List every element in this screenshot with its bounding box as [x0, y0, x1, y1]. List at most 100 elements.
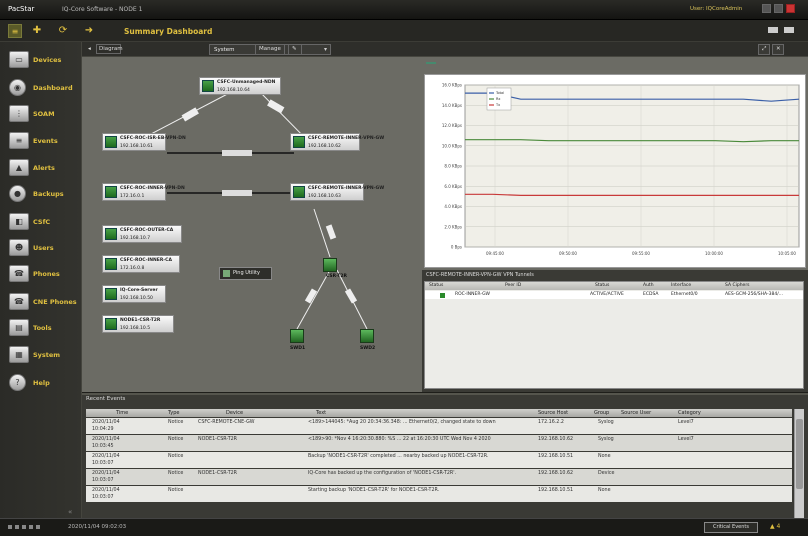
minimize-button[interactable]	[762, 4, 771, 13]
fullscreen-icon[interactable]: ⤢	[758, 44, 770, 55]
x-tick-label: 09:55:00	[632, 251, 650, 256]
sidebar-item-label: Tools	[33, 324, 52, 332]
device-node[interactable]: CSFC-ROC-INNER-CA 172.16.0.8	[102, 255, 180, 273]
switch-icon[interactable]	[290, 329, 304, 343]
column-header[interactable]: Status	[595, 283, 609, 288]
table-row[interactable]: 2020/11/04 Notice Starting backup 'NODE1-C…	[86, 486, 792, 502]
sidebar-item-dashboard[interactable]: ◉ Dashboard	[0, 76, 82, 100]
device-node[interactable]: IQ-Core-Server 192.168.10.50	[102, 285, 166, 303]
device-node[interactable]: CSFC-ROC-OUTER-CA 192.168.10.7	[102, 225, 182, 243]
router-icon	[105, 186, 117, 198]
column-header[interactable]: Source Host	[538, 410, 568, 416]
sidebar-item-events[interactable]: ≡ Events	[0, 129, 82, 153]
cne-phones-icon: ☎	[9, 293, 29, 310]
column-header[interactable]: Status	[429, 283, 443, 288]
device-node[interactable]: CSFC-Unmanaged-NDN 192.168.10.64	[199, 77, 281, 95]
sidebar-item-csfc[interactable]: ◧ CSfC	[0, 210, 82, 234]
column-header[interactable]: Auth	[643, 283, 654, 288]
column-header[interactable]: Source User	[621, 410, 651, 416]
collapse-sidebar-icon[interactable]: «	[68, 508, 72, 516]
sidebar-item-label: Backups	[33, 190, 64, 198]
table-row[interactable]: 2020/11/04 Notice Backup 'NODE1-CSR-T2R' c…	[86, 452, 792, 468]
sidebar-item-phones[interactable]: ☎ Phones	[0, 262, 82, 286]
sidebar-item-label: CNE Phones	[33, 298, 77, 306]
column-header[interactable]: Text	[316, 410, 326, 416]
device-ip: 192.168.10.61	[120, 144, 153, 149]
device-node[interactable]: CSFC-ROC-INNER-VPN-DN 172.16.0.1	[102, 183, 185, 201]
sidebar-item-users[interactable]: ☻ Users	[0, 236, 82, 260]
event-host: 192.168.10.62	[538, 437, 574, 442]
sidebar-item-soam[interactable]: ⋮ SOAM	[0, 102, 82, 126]
device-ip: 192.168.10.5	[120, 326, 151, 331]
menu-icon[interactable]: ≡	[8, 24, 22, 38]
device-node[interactable]: NODE1-CSR-T2R 192.168.10.5	[102, 315, 174, 333]
sidebar-item-devices[interactable]: ▭ Devices	[0, 48, 82, 72]
switch-icon[interactable]	[360, 329, 374, 343]
manage-button[interactable]: Manage	[255, 44, 285, 55]
event-group: Device	[598, 471, 615, 476]
event-type: Notice	[168, 437, 184, 442]
close-pane-icon[interactable]: ✕	[772, 44, 784, 55]
maximize-button[interactable]	[774, 4, 783, 13]
column-header[interactable]: Peer ID	[505, 283, 521, 288]
device-node[interactable]: CSFC-REMOTE-INNER-VPN-GW 192.168.10.63	[290, 183, 384, 201]
help-icon: ?	[9, 374, 26, 391]
event-time: 2020/11/04	[92, 488, 120, 493]
event-time: 2020/11/04	[92, 437, 120, 442]
tunnel-title: CSFC-REMOTE-INNER-VPN-GW VPN Tunnels	[426, 272, 534, 278]
status-ok-icon	[440, 293, 445, 298]
ping-utility-button[interactable]: Ping Utility	[219, 267, 272, 280]
column-header[interactable]: Category	[678, 410, 701, 416]
edit-icon[interactable]: ✎	[288, 44, 302, 55]
scrollbar-thumb[interactable]	[796, 419, 803, 489]
tunnel-auth: ECDSA	[643, 292, 659, 297]
y-tick-label: 8.0 KBps	[444, 164, 462, 169]
event-time-secondary: 10:03:07	[92, 478, 114, 483]
table-row[interactable]: 2020/11/04 Notice NODE1-CSR-T2R IQ-Core has…	[86, 469, 792, 485]
events-scrollbar[interactable]	[794, 409, 804, 519]
system-icon: ▦	[9, 346, 29, 363]
event-type: Notice	[168, 488, 184, 493]
switch-icon[interactable]	[323, 258, 337, 272]
column-header[interactable]: Interface	[671, 283, 691, 288]
event-time: 2020/11/04	[92, 471, 120, 476]
back-icon[interactable]: ✚	[30, 24, 44, 38]
table-row[interactable]: ROC-INNER-GW ACTIVE/ACTIVE ECDSA Etherne…	[425, 291, 803, 299]
tools-icon: ▤	[9, 319, 29, 336]
critical-count[interactable]: ▲ 4	[770, 523, 780, 530]
events-header: Time Type Device Text Source Host Group …	[86, 409, 792, 417]
sidebar-item-backups[interactable]: ● Backups	[0, 182, 82, 206]
event-text: <189>90: *Nov 4 16:20:30.880: %S ... 22 …	[308, 437, 491, 442]
legend-entry: Rx	[496, 97, 501, 101]
y-tick-label: 4.0 KBps	[444, 204, 462, 209]
sidebar-item-tools[interactable]: ▤ Tools	[0, 316, 82, 340]
refresh-icon[interactable]: ⟳	[56, 24, 70, 38]
device-name: NODE1-CSR-T2R	[120, 318, 161, 323]
sidebar-item-alerts[interactable]: ▲ Alerts	[0, 156, 82, 180]
restore-pane-icon[interactable]	[784, 27, 794, 33]
close-button[interactable]	[786, 4, 795, 13]
forward-icon[interactable]: ➜	[82, 24, 96, 38]
table-row[interactable]: 2020/11/04 Notice CSFC-REMOTE-CNE-GW <189>1…	[86, 418, 792, 434]
device-node[interactable]: CSFC-REMOTE-INNER-VPN-GW 192.168.10.62	[290, 133, 384, 151]
status-indicator	[36, 525, 40, 529]
column-header[interactable]: Group	[594, 410, 609, 416]
column-header[interactable]: Device	[226, 410, 243, 416]
y-tick-label: 2.0 KBps	[444, 224, 462, 229]
event-time-secondary: 10:04:29	[92, 427, 114, 432]
diagram-back-icon[interactable]: ◂	[88, 46, 91, 52]
event-host: 192.168.10.51	[538, 488, 574, 493]
sidebar-item-system[interactable]: ▦ System	[0, 343, 82, 367]
critical-events-button[interactable]: Critical Events	[704, 522, 758, 533]
sidebar-item-cne-phones[interactable]: ☎ CNE Phones	[0, 290, 82, 314]
minimize-pane-icon[interactable]	[768, 27, 778, 33]
device-node[interactable]: CSFC-ROC-ISR-EB-VPN-DN 192.168.10.61	[102, 133, 186, 151]
column-header[interactable]: SA Ciphers	[725, 283, 750, 288]
status-indicator	[29, 525, 33, 529]
column-header[interactable]: Type	[168, 410, 179, 416]
column-header[interactable]: Time	[116, 410, 128, 416]
table-row[interactable]: 2020/11/04 Notice NODE1-CSR-T2R <189>90: *N…	[86, 435, 792, 451]
sidebar-item-help[interactable]: ? Help	[0, 371, 82, 395]
csfc-icon: ◧	[9, 213, 29, 230]
device-name: CSFC-REMOTE-INNER-VPN-GW	[308, 136, 385, 141]
